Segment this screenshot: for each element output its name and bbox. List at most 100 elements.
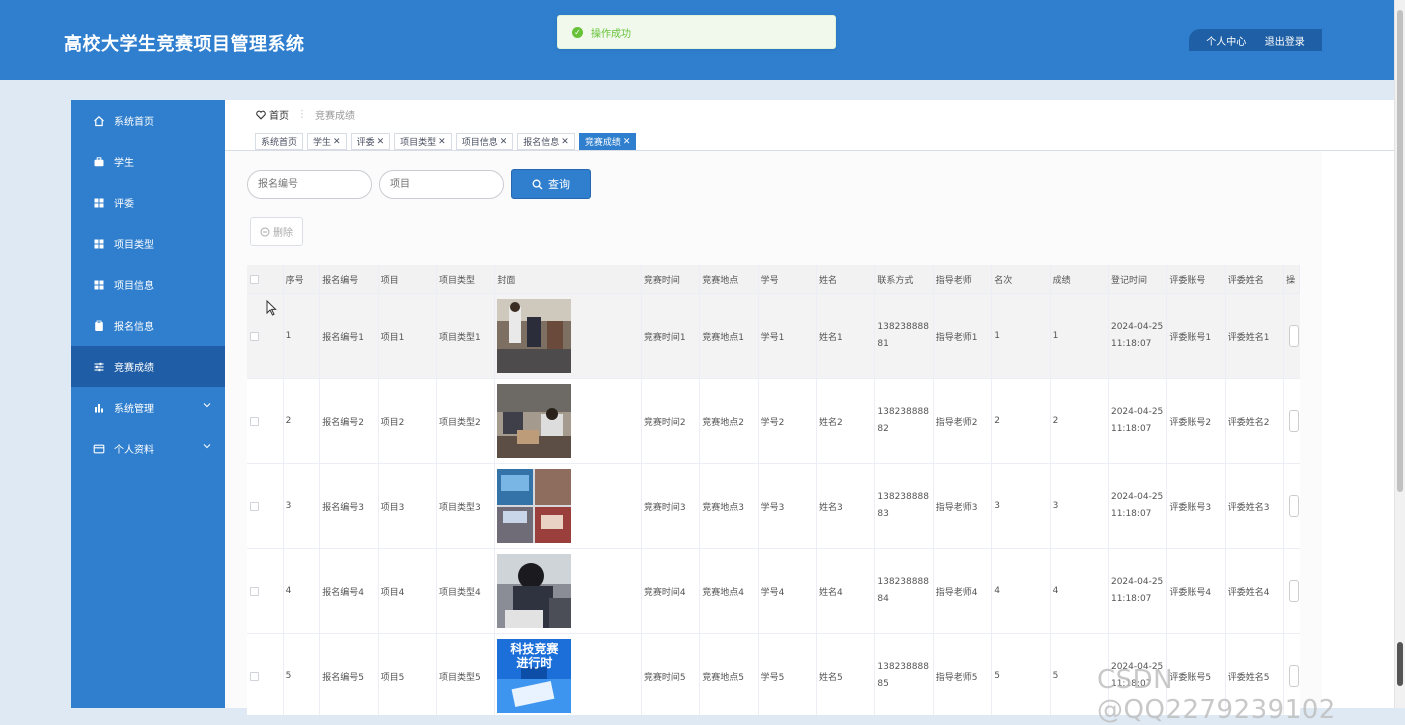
cell-idx: 2 [284,379,321,463]
tab-4[interactable]: 项目信息 ✕ [455,133,514,150]
tab-1[interactable]: 学生 ✕ [307,133,347,150]
row-checkbox[interactable] [250,501,259,511]
toast-message: 操作成功 [591,28,631,40]
cell-score: 2 [1051,379,1109,463]
row-select-cell [247,549,284,633]
operation-button[interactable] [1289,665,1300,687]
sidebar-item-0[interactable]: 系统首页 [71,100,225,141]
tab-3[interactable]: 项目类型 ✕ [394,133,452,150]
sidebar-item-4[interactable]: 项目信息 [71,264,225,305]
sidebar-item-1[interactable]: 学生 [71,141,225,182]
close-icon[interactable]: ✕ [333,137,341,147]
breadcrumb: 首页 ⋮ 竞赛成绩 [256,107,355,122]
cell-rank: 4 [992,549,1051,633]
cover-image[interactable] [497,384,572,458]
cover-cell: 科技竞赛 进行时 [495,634,642,715]
operation-button[interactable] [1289,495,1300,517]
row-checkbox[interactable] [250,586,259,596]
sidebar-item-label: 竞赛成绩 [114,363,154,374]
cover-image[interactable]: 科技竞赛 进行时 [497,639,572,713]
close-icon[interactable]: ✕ [377,137,385,147]
close-icon[interactable]: ✕ [561,137,569,147]
sidebar-item-6[interactable]: 竞赛成绩 [71,346,225,387]
sidebar-item-3[interactable]: 项目类型 [71,223,225,264]
logout-link[interactable]: 退出登录 [1265,33,1305,48]
tab-0[interactable]: 系统首页 [255,133,304,150]
column-header: 竞赛地点 [700,265,759,293]
cell-jacc: 评委账号3 [1167,464,1226,548]
scrollbar-thumb-lower [1397,642,1403,686]
operation-button[interactable] [1289,580,1300,602]
column-header: 登记时间 [1109,265,1168,293]
tab-label: 评委 [356,138,375,148]
cell-regtime: 2024-04-25 11:18:07 [1109,379,1168,463]
close-icon[interactable]: ✕ [623,137,631,147]
sidebar-item-7[interactable]: 系统管理 [71,387,225,428]
column-header: 成绩 [1051,265,1109,293]
cover-image[interactable] [497,469,572,543]
cell-idx: 5 [284,634,321,715]
cover-image[interactable] [497,554,572,628]
row-checkbox[interactable] [250,671,259,681]
sidebar: 系统首页 学生 评委 项目类型 项目信息 报名信息 竞赛成绩 系统管理 个人资料 [71,100,225,708]
cell-time: 竞赛时间2 [642,379,701,463]
table-row[interactable]: 1 报名编号1 项目1 项目类型1 竞赛时间1 竞赛地点1 学号1 姓名1 1382388888… [247,294,1300,379]
cell-jname: 评委姓名2 [1226,379,1285,463]
tab-2[interactable]: 评委 ✕ [350,133,391,150]
operation-cell [1284,464,1300,548]
chevron-down-icon [203,444,211,449]
cell-sid: 学号5 [759,634,818,715]
row-checkbox[interactable] [250,331,259,341]
cell-name: 姓名5 [817,634,876,715]
breadcrumb-home[interactable]: 首页 [256,107,289,122]
cell-project: 项目3 [379,464,438,548]
operation-cell [1284,294,1300,378]
sidebar-item-label: 个人资料 [114,445,154,456]
operation-cell [1284,634,1300,715]
sidebar-item-label: 项目信息 [114,281,154,292]
operation-cell [1284,549,1300,633]
cell-name: 姓名3 [817,464,876,548]
cell-jname: 评委姓名5 [1226,634,1285,715]
tab-6[interactable]: 竞赛成绩 ✕ [578,133,637,150]
breadcrumb-separator: ⋮ [297,109,307,120]
tab-5[interactable]: 报名信息 ✕ [517,133,575,150]
cell-reg: 报名编号5 [320,634,379,715]
cell-ptype: 项目类型5 [437,634,496,715]
operation-button[interactable] [1289,410,1300,432]
sidebar-item-2[interactable]: 评委 [71,182,225,223]
card-icon [93,443,105,455]
cell-rank: 3 [992,464,1051,548]
reg-number-search-input[interactable] [247,170,372,199]
table-row[interactable]: 4 报名编号4 项目4 项目类型4 竞赛时间4 竞赛地点4 学号4 姓名4 1382388888… [247,549,1300,634]
project-search-input[interactable] [379,170,504,199]
sidebar-item-label: 系统首页 [114,117,154,128]
profile-link[interactable]: 个人中心 [1206,33,1246,48]
success-toast: ✓ 操作成功 [557,15,836,49]
close-icon[interactable]: ✕ [438,137,446,147]
select-all-checkbox[interactable] [250,274,259,284]
cell-phone: 13823888884 [875,549,934,633]
cell-teacher: 指导老师3 [934,464,993,548]
delete-button[interactable]: 删除 [250,217,303,246]
sidebar-item-5[interactable]: 报名信息 [71,305,225,346]
sidebar-item-8[interactable]: 个人资料 [71,428,225,469]
close-icon[interactable]: ✕ [500,137,508,147]
cell-rank: 5 [992,634,1051,715]
tab-label: 项目信息 [461,138,498,148]
cell-idx: 3 [284,464,321,548]
cover-title-line1: 科技竞赛 [510,642,559,656]
cell-phone: 13823888885 [875,634,934,715]
scrollbar-thumb[interactable] [1397,10,1403,492]
table-row[interactable]: 5 报名编号5 项目5 项目类型5 科技竞赛 进行时 竞赛时间5 竞赛地点5 学号5 姓名5 138… [247,634,1300,715]
cover-cell [495,294,642,378]
table-row[interactable]: 3 报名编号3 项目3 项目类型3 竞赛时间3 竞赛地点3 学号3 姓名3 1382388888… [247,464,1300,549]
page-scrollbar[interactable] [1394,0,1405,708]
home-icon [93,115,105,127]
tab-bar: 系统首页 学生 ✕ 评委 ✕ 项目类型 ✕ 项目信息 ✕ 报名信息 ✕ 竞赛成绩… [255,133,637,150]
operation-button[interactable] [1289,325,1300,347]
row-checkbox[interactable] [250,416,259,426]
table-row[interactable]: 2 报名编号2 项目2 项目类型2 竞赛时间2 竞赛地点2 学号2 姓名2 1382388888… [247,379,1300,464]
cover-image[interactable] [497,299,572,373]
query-button[interactable]: 查询 [511,169,591,199]
